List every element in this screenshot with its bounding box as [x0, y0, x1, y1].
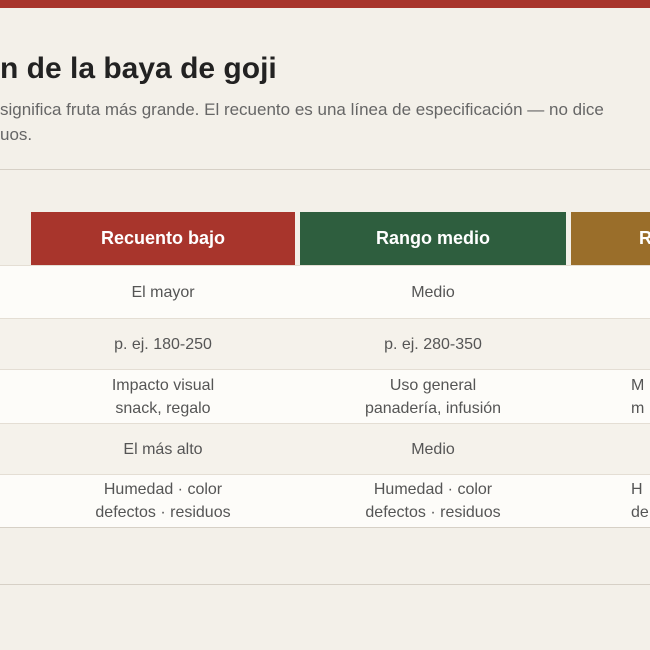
table-row: El más alto Medio: [0, 423, 650, 474]
table-row: El mayor Medio: [0, 265, 650, 318]
table-cell: M m: [631, 376, 645, 417]
divider-bottom: [0, 584, 650, 585]
table-cell: Impacto visual snack, regalo: [111, 376, 215, 417]
table-cell: El más alto: [123, 440, 203, 458]
table-row: p. ej. 180-250 p. ej. 280-350: [0, 318, 650, 369]
table-cell: [571, 266, 650, 318]
table-cell: [571, 319, 650, 369]
page-title: n de la baya de goji: [0, 52, 277, 85]
table-cell: H de: [631, 481, 649, 521]
table-row: Humedad · color defectos · residuos Hume…: [0, 474, 650, 528]
table-cell: Medio: [411, 283, 455, 301]
table-row: Impacto visual snack, regalo Uso general…: [0, 369, 650, 423]
page: n de la baya de goji significa fruta más…: [0, 0, 650, 650]
column-header-high: R: [571, 212, 650, 265]
table-cell: [571, 424, 650, 474]
table-cell: Uso general panadería, infusión: [364, 376, 502, 417]
table-cell: p. ej. 180-250: [114, 335, 212, 353]
top-accent-bar: [0, 0, 650, 8]
table-cell: Humedad · color defectos · residuos: [95, 481, 231, 521]
column-header-mid-range: Rango medio: [300, 212, 566, 265]
divider-top: [0, 169, 650, 170]
column-header-low-count: Recuento bajo: [31, 212, 295, 265]
table-cell: Humedad · color defectos · residuos: [365, 481, 501, 521]
table-cell: El mayor: [131, 283, 195, 301]
page-subtitle: significa fruta más grande. El recuento …: [0, 100, 604, 144]
table-cell: p. ej. 280-350: [384, 335, 482, 353]
table-cell: Medio: [411, 440, 455, 458]
